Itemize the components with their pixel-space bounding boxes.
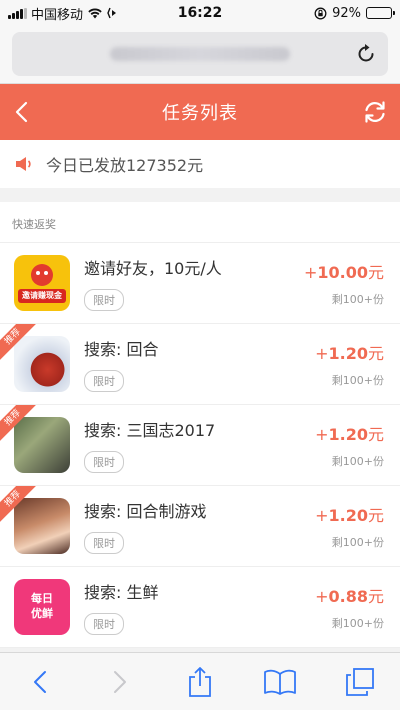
- task-item-search-sanguozhi[interactable]: 推荐 搜索: 三国志2017 限时 +1.20元 剩100+份: [0, 405, 400, 486]
- task-item-search-huihe[interactable]: 推荐 搜索: 回合 限时 +1.20元 剩100+份: [0, 324, 400, 405]
- invite-icon-text: 邀请赚现金: [22, 291, 62, 300]
- notice-text: 今日已发放127352元: [46, 156, 204, 175]
- remaining-count: 剩100+份: [331, 293, 384, 306]
- location-arrow-icon: [107, 7, 117, 19]
- blurred-url: [110, 47, 290, 61]
- task-title: 搜索: 回合制游戏: [84, 502, 207, 521]
- carrier-name: 中国移动: [31, 7, 84, 23]
- reward-amount: +1.20元: [315, 344, 384, 363]
- orientation-lock-icon: [314, 7, 327, 19]
- browser-forward-button[interactable]: [95, 660, 145, 704]
- fresh-icon-text-2: 优鲜: [31, 607, 53, 620]
- task-item-search-turn-based-game[interactable]: 推荐 搜索: 回合制游戏 限时 +1.20元 剩100+份: [0, 486, 400, 567]
- browser-back-button[interactable]: [15, 660, 65, 704]
- task-title: 搜索: 生鲜: [84, 583, 159, 602]
- tabs-button[interactable]: [335, 660, 385, 704]
- task-title: 搜索: 回合: [84, 340, 159, 359]
- refresh-button[interactable]: [350, 84, 400, 140]
- reward-amount: +10.00元: [303, 263, 384, 282]
- reward-amount: +0.88元: [315, 587, 384, 606]
- invite-app-icon: 邀请赚现金: [14, 255, 70, 311]
- remaining-count: 剩100+份: [331, 536, 384, 549]
- chevron-right-icon: [114, 670, 126, 693]
- reward-amount: +1.20元: [315, 506, 384, 525]
- remaining-count: 剩100+份: [331, 455, 384, 468]
- task-item-invite-friends[interactable]: 邀请赚现金 邀请好友，10元/人 限时 +10.00元 剩100+份: [0, 243, 400, 324]
- chevron-left-icon: [34, 670, 46, 693]
- remaining-count: 剩100+份: [331, 374, 384, 387]
- chevron-left-icon: [15, 101, 28, 123]
- reload-icon[interactable]: [354, 42, 378, 66]
- payout-notice: 今日已发放127352元: [0, 140, 400, 188]
- game-app-icon: [14, 498, 70, 554]
- task-title: 搜索: 三国志2017: [84, 421, 216, 440]
- refresh-icon: [365, 101, 385, 123]
- share-button[interactable]: [175, 660, 225, 704]
- share-icon: [189, 666, 211, 697]
- fresh-app-icon: 每日 优鲜: [14, 579, 70, 635]
- task-list: 快速返奖 邀请赚现金 邀请好友，10元/人 限时 +10.00元 剩100+份 …: [0, 202, 400, 648]
- fresh-icon-text-1: 每日: [31, 592, 53, 605]
- limited-tag: 限时: [84, 451, 124, 473]
- battery-icon: [366, 7, 395, 19]
- tabs-icon: [346, 667, 374, 696]
- limited-tag: 限时: [84, 289, 124, 311]
- book-icon: [264, 669, 296, 695]
- battery-percent: 92%: [332, 5, 361, 21]
- limited-tag: 限时: [84, 370, 124, 392]
- bookmarks-button[interactable]: [255, 660, 305, 704]
- game-app-icon: [14, 417, 70, 473]
- task-title: 邀请好友，10元/人: [84, 259, 222, 278]
- browser-toolbar: [0, 652, 400, 710]
- signal-icon: [8, 7, 27, 19]
- status-bar: 中国移动 16:22 92%: [0, 0, 400, 26]
- limited-tag: 限时: [84, 532, 124, 554]
- limited-tag: 限时: [84, 613, 124, 635]
- app-header: 任务列表: [0, 84, 400, 140]
- wifi-icon: [88, 8, 102, 19]
- back-button[interactable]: [0, 84, 44, 140]
- task-item-search-fresh-food[interactable]: 每日 优鲜 搜索: 生鲜 限时 +0.88元 剩100+份: [0, 567, 400, 648]
- browser-address-area: [0, 26, 400, 84]
- address-bar[interactable]: [12, 32, 388, 76]
- remaining-count: 剩100+份: [331, 617, 384, 630]
- speaker-icon: [16, 157, 31, 171]
- page-title: 任务列表: [162, 103, 238, 124]
- reward-amount: +1.20元: [315, 425, 384, 444]
- section-label: 快速返奖: [0, 202, 400, 243]
- section-gap: [0, 188, 400, 202]
- game-app-icon: [14, 336, 70, 392]
